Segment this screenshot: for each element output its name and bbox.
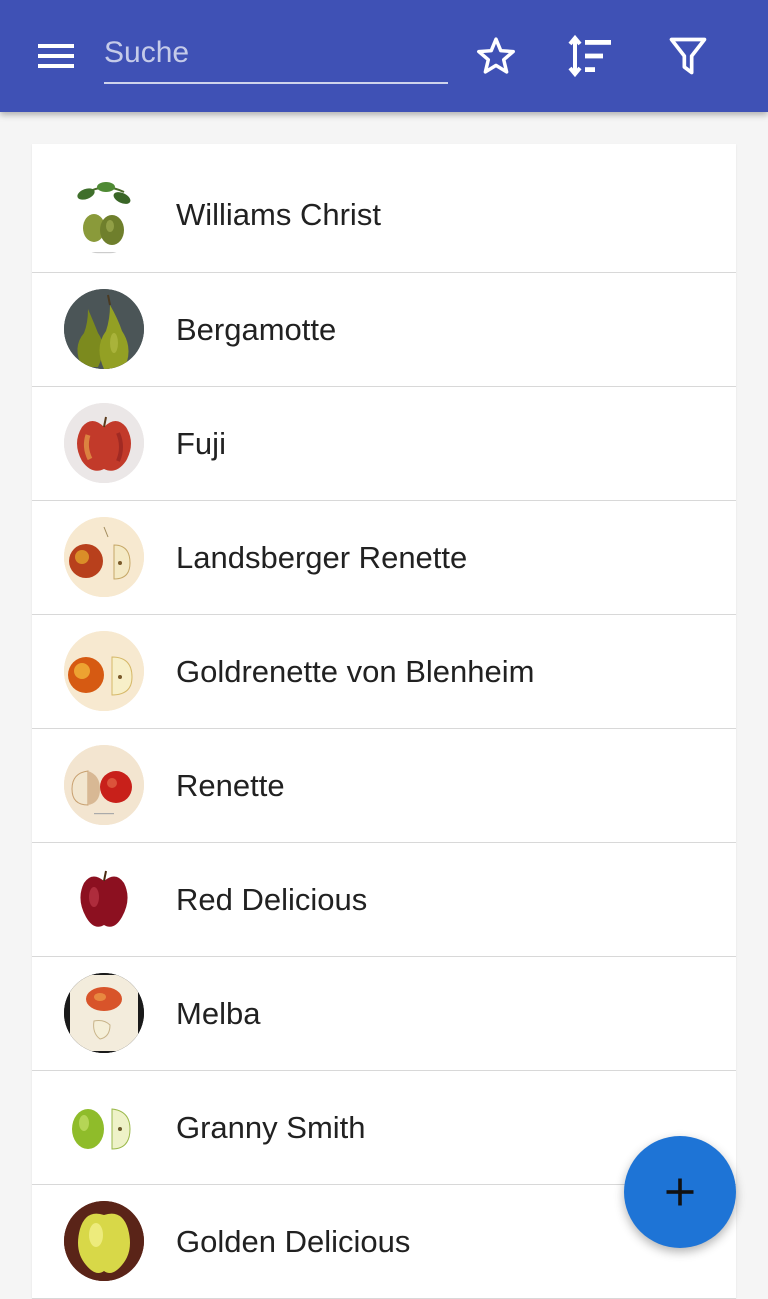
- pear-illustration-thumbnail: [64, 174, 144, 254]
- apple-illustration-thumbnail: [64, 745, 144, 825]
- list-item-label: Landsberger Renette: [176, 540, 468, 575]
- list-item-label: Red Delicious: [176, 882, 368, 917]
- green-pears-thumbnail: [64, 289, 144, 369]
- plus-icon: [666, 1178, 694, 1206]
- list-item-label: Goldrenette von Blenheim: [176, 654, 535, 689]
- list-item[interactable]: Red Delicious: [32, 843, 736, 957]
- fruit-list: Williams Christ Bergamotte Fuji Landsber…: [32, 144, 736, 1299]
- red-apple-thumbnail: [64, 403, 144, 483]
- list-item[interactable]: Goldrenette von Blenheim: [32, 615, 736, 729]
- add-button[interactable]: [624, 1136, 736, 1248]
- green-apple-thumbnail: [64, 1087, 144, 1167]
- list-item-label: Bergamotte: [176, 312, 337, 347]
- list-item-label: Granny Smith: [176, 1110, 366, 1145]
- filter-button[interactable]: [664, 32, 712, 80]
- menu-button[interactable]: [28, 36, 84, 76]
- apple-illustration-thumbnail: [64, 973, 144, 1053]
- dark-red-apple-thumbnail: [64, 859, 144, 939]
- list-item-label: Williams Christ: [176, 197, 381, 232]
- filter-icon: [669, 37, 707, 75]
- sort-icon: [568, 34, 611, 78]
- list-item[interactable]: Melba: [32, 957, 736, 1071]
- list-item-label: Fuji: [176, 426, 226, 461]
- list-item[interactable]: Bergamotte: [32, 273, 736, 387]
- list-item[interactable]: Williams Christ: [32, 144, 736, 273]
- sort-button[interactable]: [567, 32, 615, 80]
- list-item-label: Renette: [176, 768, 285, 803]
- list-item[interactable]: Landsberger Renette: [32, 501, 736, 615]
- list-item-label: Golden Delicious: [176, 1224, 411, 1259]
- list-item[interactable]: Renette: [32, 729, 736, 843]
- list-item-label: Melba: [176, 996, 261, 1031]
- apple-illustration-thumbnail: [64, 517, 144, 597]
- yellow-apple-thumbnail: [64, 1201, 144, 1281]
- search-input[interactable]: [104, 24, 448, 84]
- favorites-button[interactable]: [472, 32, 520, 80]
- app-bar: [0, 0, 768, 112]
- list-item[interactable]: Fuji: [32, 387, 736, 501]
- menu-icon: [38, 44, 74, 48]
- apple-illustration-thumbnail: [64, 631, 144, 711]
- star-icon: [477, 37, 515, 74]
